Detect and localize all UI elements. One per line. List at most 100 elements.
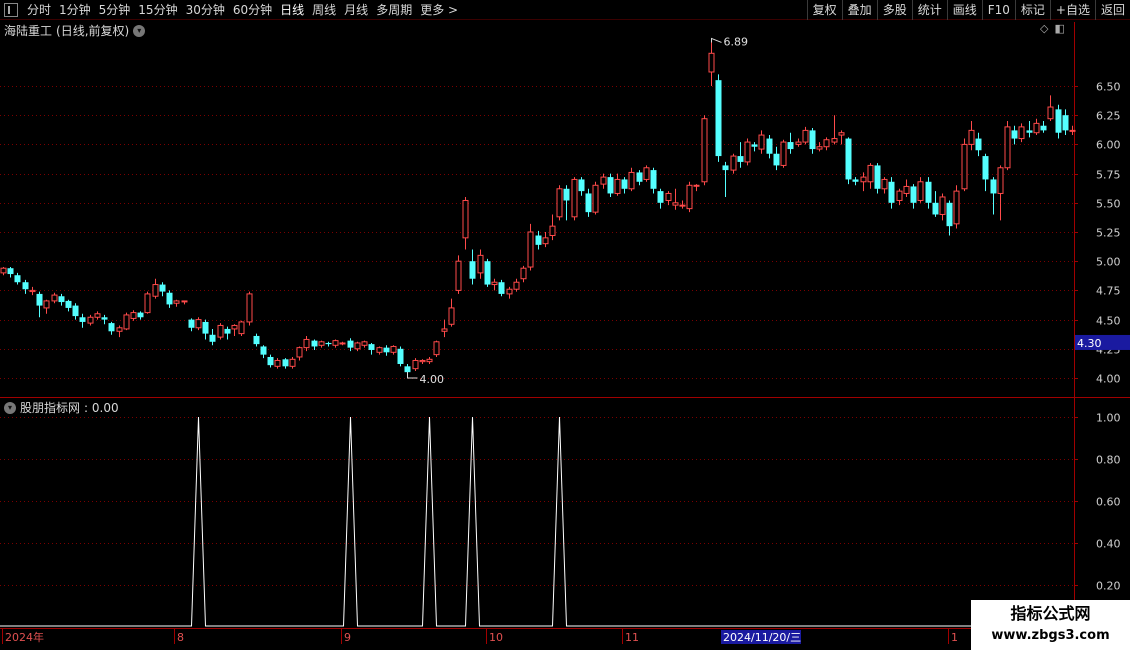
candle-body-up (1069, 129, 1076, 132)
candle-body-down (282, 359, 289, 367)
price-tick-label: 6.00 (1096, 139, 1121, 152)
candle-body-up (831, 138, 838, 143)
candle-body-up (296, 347, 303, 358)
candle-body-down (650, 170, 657, 189)
candle-body-up (730, 155, 737, 171)
indicator-tick-label: 0.60 (1096, 496, 1121, 509)
date-label: 8 (177, 631, 184, 644)
price-tick-label: 5.50 (1096, 198, 1121, 211)
candle-body-down (58, 296, 65, 303)
candle-body-down (1040, 125, 1047, 131)
candle-body-down (910, 186, 917, 203)
candle-body-up (87, 316, 94, 324)
candle-body-up (1004, 126, 1011, 169)
candle-body-down (809, 130, 816, 150)
indicator-name: 股朋指标网 (20, 401, 81, 415)
candle-body-up (997, 167, 1004, 194)
candle-body-down (260, 346, 267, 355)
price-tick-label: 4.00 (1096, 373, 1121, 386)
candle-body-up (477, 254, 484, 274)
candle-body-down (715, 80, 722, 157)
price-tick-label: 5.00 (1096, 256, 1121, 269)
diamond-icon[interactable]: ◇ (1040, 22, 1048, 35)
candle-body-up (953, 190, 960, 225)
price-tick-label: 6.50 (1096, 81, 1121, 94)
candle-body-down (925, 181, 932, 203)
candle-body-up (433, 341, 440, 356)
stock-name: 海陆重工 (4, 24, 53, 38)
candle-body-up (513, 281, 520, 290)
candle-body-down (383, 347, 390, 353)
candle-body-up (643, 167, 650, 180)
candle-body-up (542, 237, 549, 245)
candle-body-down (36, 293, 43, 306)
candle-body-down (14, 275, 21, 283)
candle-body-down (607, 177, 614, 194)
candle-body-up (441, 328, 448, 332)
candle-body-up (802, 129, 809, 143)
candle-body-down (737, 156, 744, 162)
candle-body-down (874, 165, 881, 189)
candle-body-down (267, 356, 274, 366)
candle-body-down (636, 172, 643, 182)
candle-body-up (94, 313, 101, 318)
candle-body-up (462, 199, 469, 239)
price-tick-label: 5.75 (1096, 169, 1121, 182)
candle-body-up (419, 359, 426, 363)
candle-body-down (159, 284, 166, 292)
date-label: 2024年 (5, 630, 44, 644)
candle-body-up (506, 288, 513, 295)
indicator-title: ▾ 股朋指标网: 0.00 (4, 399, 119, 416)
stock-chart[interactable]: 6.506.256.005.755.505.255.004.754.504.25… (0, 0, 1130, 650)
candle-body-down (946, 202, 953, 227)
candle-body-down (657, 191, 664, 203)
date-label: 10 (489, 631, 503, 644)
candle-body-down (1011, 130, 1018, 139)
candle-body-up (181, 300, 188, 303)
candle-body-up (376, 347, 383, 353)
candle-body-down (484, 261, 491, 285)
candle-body-up (665, 192, 672, 201)
candle-body-up (303, 338, 310, 349)
candle-body-up (968, 129, 975, 145)
price-tick-label: 6.25 (1096, 110, 1121, 123)
candle-body-down (852, 179, 859, 182)
candle-body-up (816, 146, 823, 150)
candle-body-up (491, 281, 498, 286)
candle-body-up (318, 341, 325, 346)
chevron-down-icon[interactable]: ▾ (4, 401, 16, 414)
candle-body-up (571, 178, 578, 218)
candle-body-up (152, 284, 159, 297)
indicator-tick-label: 0.40 (1096, 538, 1121, 551)
candle-body-up (592, 184, 599, 213)
candle-body-down (498, 282, 505, 294)
candle-body-up (686, 184, 693, 210)
low-price-label: 4.00 (420, 373, 445, 386)
candle-body-down (202, 321, 209, 334)
candle-body-up (708, 52, 715, 73)
candle-body-up (917, 181, 924, 201)
low-marker-arrow (407, 372, 418, 379)
candle-body-up (448, 307, 455, 325)
candle-body-up (744, 141, 751, 163)
candle-body-up (246, 293, 253, 323)
candle-body-up (896, 190, 903, 201)
indicator-tick-label: 0.20 (1096, 580, 1121, 593)
candle-body-up (823, 139, 830, 148)
candle-body-up (173, 300, 180, 304)
panel-toggle-icon[interactable]: ◧ (1054, 22, 1064, 35)
price-tick-label: 4.75 (1096, 285, 1121, 298)
candle-body-up (195, 319, 202, 329)
candle-body-up (614, 178, 621, 194)
candle-body-up (679, 204, 686, 207)
candle-body-up (961, 143, 968, 190)
indicator-line (0, 416, 1074, 627)
candle-body-down (845, 138, 852, 180)
candle-body-up (123, 314, 130, 330)
candle-body-up (51, 294, 58, 302)
chevron-down-icon[interactable]: ▾ (133, 24, 146, 37)
candle-body-up (339, 342, 346, 345)
candle-body-down (722, 165, 729, 171)
chart-corner-icons: ◇ ◧ (1040, 22, 1065, 35)
candle-body-up (274, 359, 281, 367)
